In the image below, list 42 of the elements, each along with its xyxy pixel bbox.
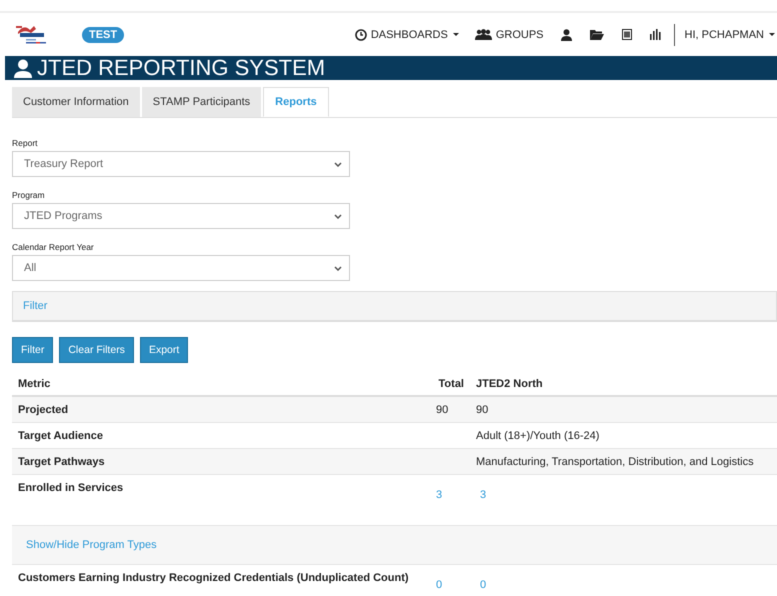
dropdown-field[interactable]: Treasury Report xyxy=(12,151,350,177)
filter-panel-title[interactable]: Filter xyxy=(23,300,48,312)
nav-menu-link[interactable]: DASHBOARDS xyxy=(346,28,467,40)
document-icon[interactable] xyxy=(622,29,632,40)
person-icon[interactable] xyxy=(560,28,572,40)
field-label: Calendar Report Year xyxy=(12,242,95,252)
action-button[interactable]: Filter xyxy=(12,337,54,363)
tab[interactable]: Customer Information xyxy=(12,87,140,117)
bar-chart-icon[interactable] xyxy=(650,29,661,40)
chevron-down-icon xyxy=(334,266,342,270)
table-cell: Customers Earning Industry Recognized Credentials (Unduplicated Count) xyxy=(18,572,409,584)
table-cell: Target Pathways xyxy=(18,456,105,468)
test-badge: TEST xyxy=(82,26,124,42)
dropdown-field[interactable]: All xyxy=(12,255,350,281)
tab[interactable]: STAMP Participants xyxy=(142,87,262,117)
person-icon xyxy=(14,58,32,78)
count-link[interactable]: 0 xyxy=(480,579,486,591)
count-link[interactable]: 3 xyxy=(480,489,486,501)
page-title: JTED REPORTING SYSTEM xyxy=(37,56,326,80)
action-button[interactable]: Export xyxy=(140,337,188,363)
count-link[interactable]: 3 xyxy=(436,489,442,501)
clock-icon xyxy=(354,28,367,40)
table-cell: Adult (18+)/Youth (16-24) xyxy=(476,430,600,442)
count-link[interactable]: 0 xyxy=(436,579,442,591)
table-cell: Target Audience xyxy=(18,430,103,442)
toggle-link[interactable]: Show/Hide Program Types xyxy=(26,539,157,551)
group-icon xyxy=(474,29,492,40)
chevron-down-icon xyxy=(334,162,342,166)
field-label: Report xyxy=(12,138,39,148)
chevron-down-icon xyxy=(334,214,342,218)
table-cell: Manufacturing, Transportation, Distribution, and Logistics xyxy=(476,456,754,468)
user-menu-link[interactable]: HI, PCHAPMAN xyxy=(676,28,777,40)
folder-icon[interactable] xyxy=(590,29,604,40)
dropdown-field[interactable]: JTED Programs xyxy=(12,203,350,229)
tab[interactable]: Reports xyxy=(263,87,329,117)
table-cell: Enrolled in Services xyxy=(18,482,124,494)
action-button[interactable]: Clear Filters xyxy=(59,337,134,363)
table-cell: Projected xyxy=(18,404,68,416)
table-cell: 90 xyxy=(476,404,488,416)
nav-menu-link[interactable]: GROUPS xyxy=(466,28,552,40)
table-cell: 90 xyxy=(436,404,448,416)
field-label: Program xyxy=(12,190,46,200)
